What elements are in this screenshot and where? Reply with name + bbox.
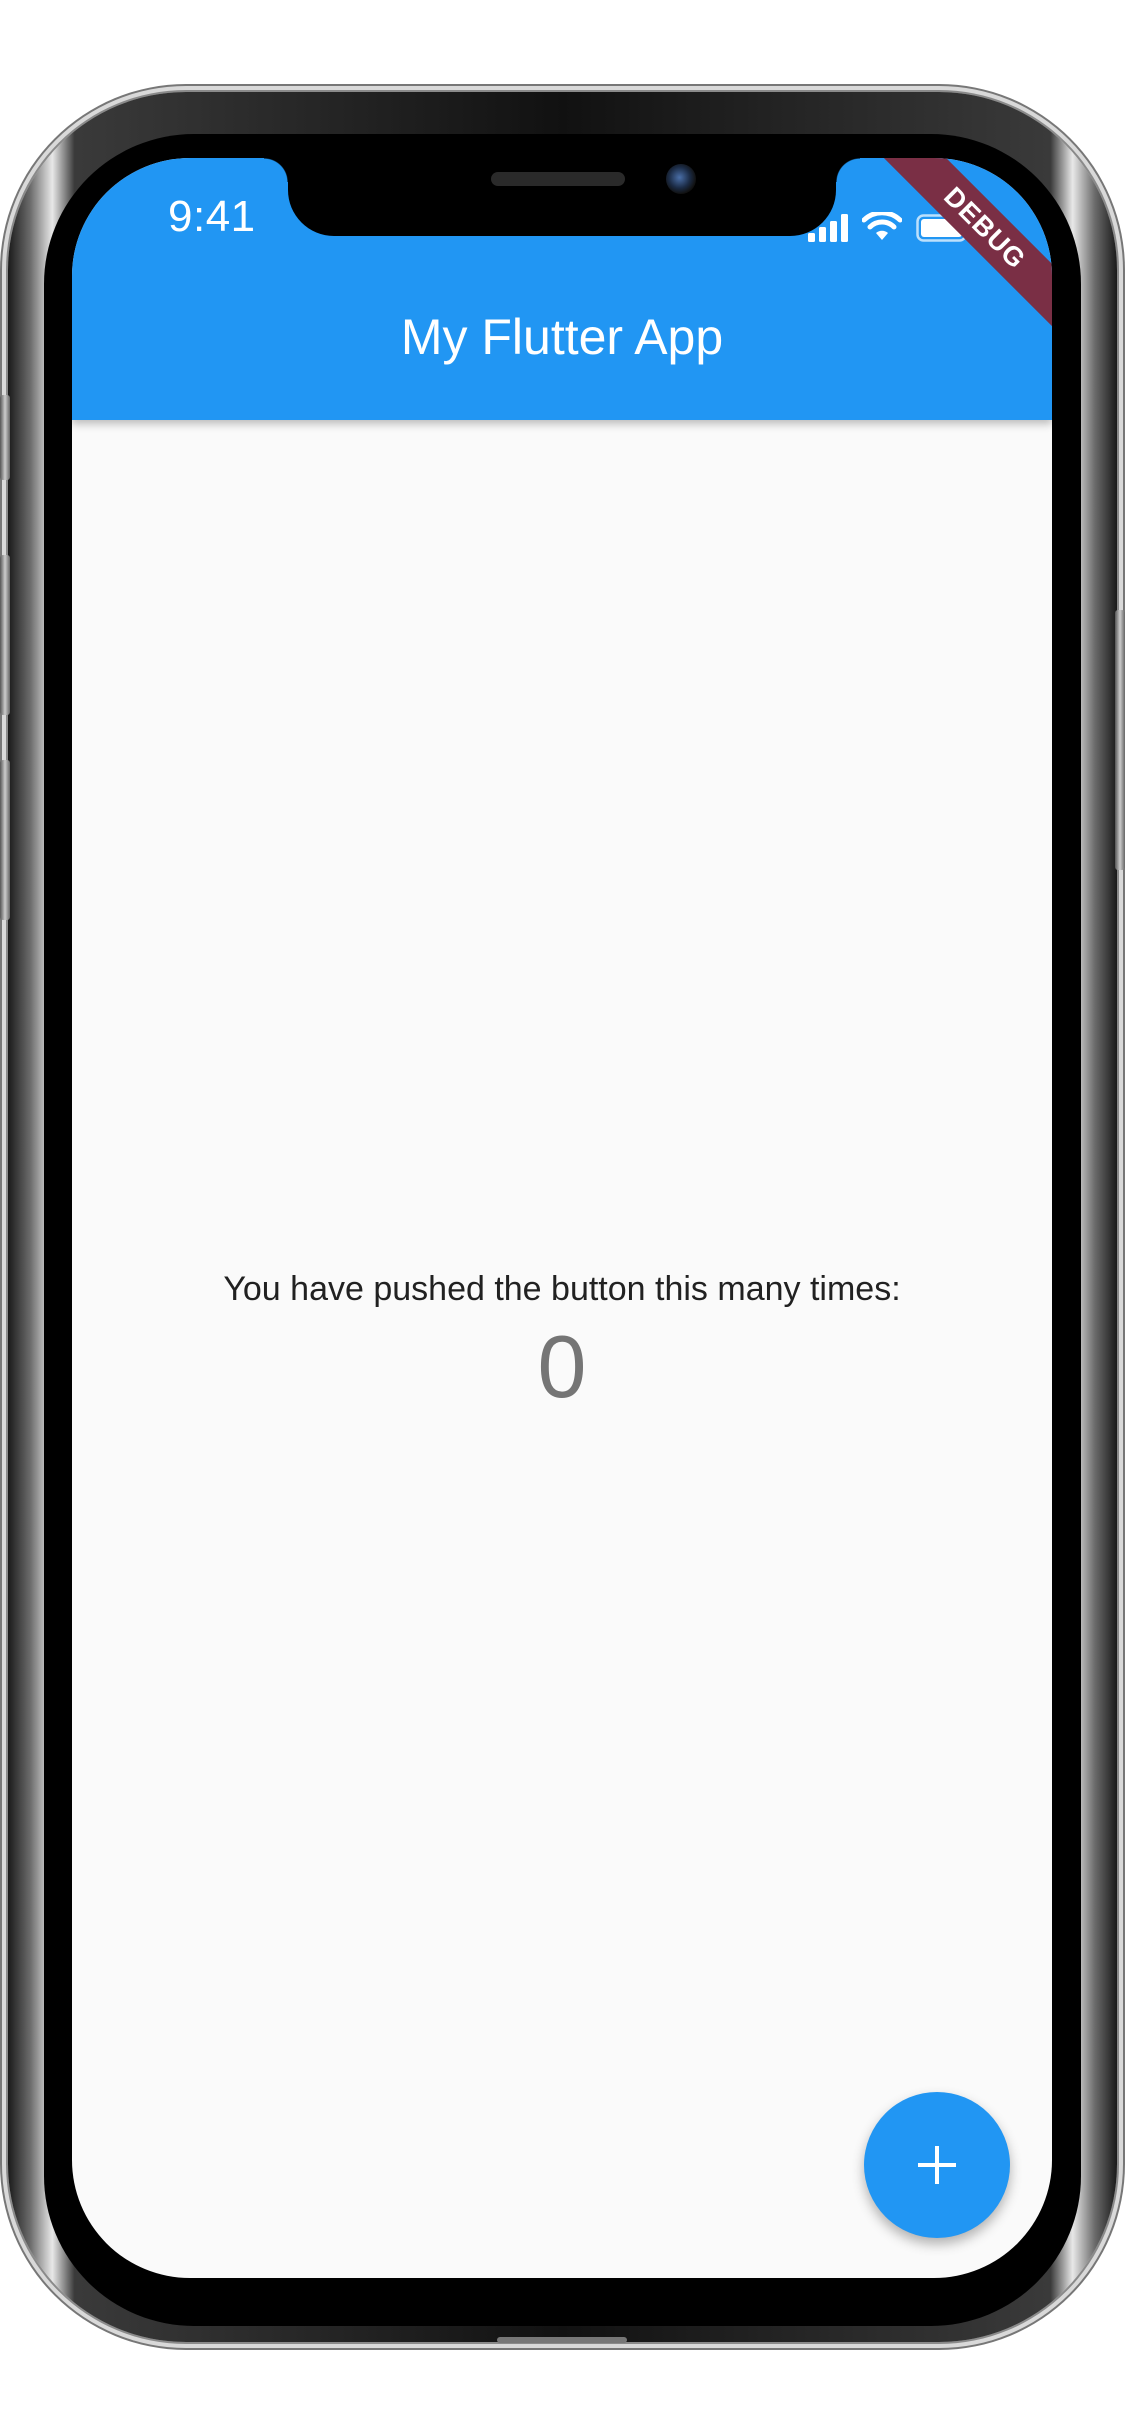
plus-icon	[918, 2146, 956, 2184]
increment-button[interactable]	[864, 2092, 1010, 2238]
phone-side-button-power	[1115, 610, 1125, 870]
speaker-grille	[491, 172, 625, 186]
wifi-icon	[862, 212, 902, 242]
app-title: My Flutter App	[400, 309, 724, 365]
phone-side-button-mute	[0, 395, 10, 480]
phone-side-button-volume-down	[0, 760, 10, 920]
status-bar-time: 9:41	[168, 192, 256, 241]
front-camera	[666, 164, 696, 194]
app-screen: 9:41 My Flutter App DEBUG You have pushe…	[72, 158, 1052, 2278]
phone-notch	[264, 158, 860, 236]
counter-value: 0	[537, 1317, 587, 1416]
phone-bottom-edge	[497, 2337, 627, 2343]
counter-message: You have pushed the button this many tim…	[223, 1270, 901, 1308]
phone-side-button-volume-up	[0, 555, 10, 715]
